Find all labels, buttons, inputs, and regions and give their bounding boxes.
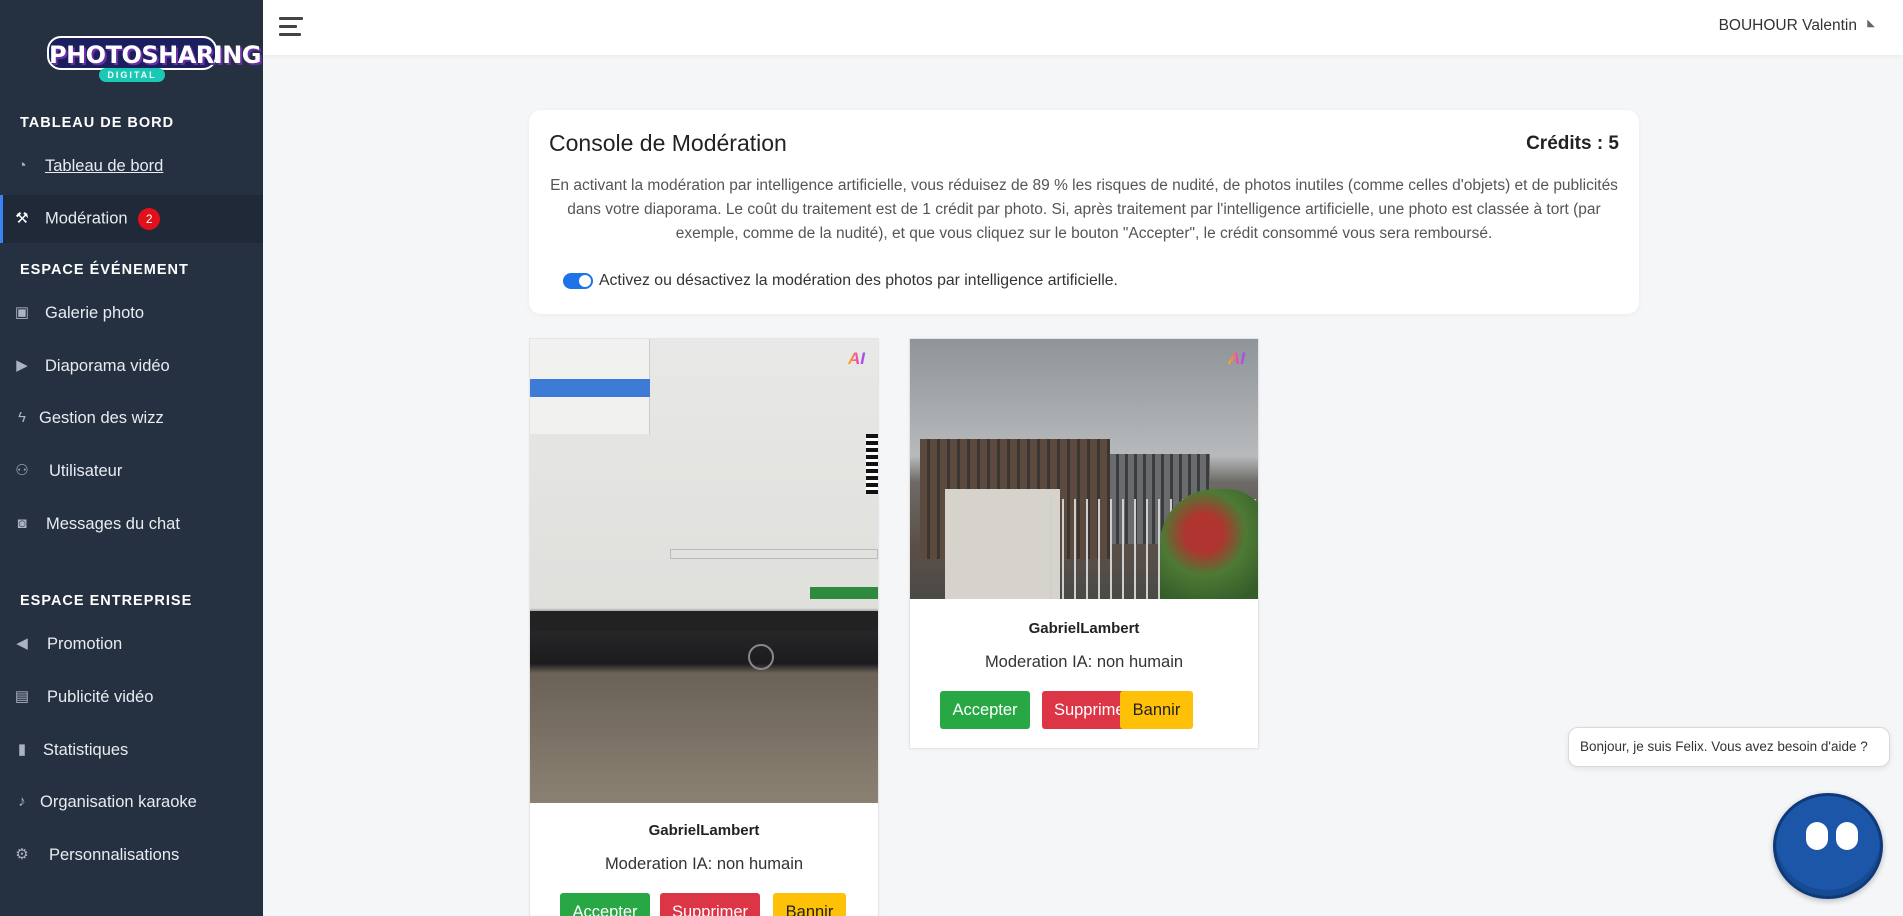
moderation-result: Moderation IA: non humain [604,855,804,873]
sidebar-item-label: Tableau de bord [45,156,164,175]
bar-chart-icon: ▮ [17,741,27,758]
sidebar-item-tableau-de-bord[interactable]: ◔ Tableau de bord [0,142,263,190]
section-title-dashboard: TABLEAU DE BORD [20,115,175,131]
ai-badge-icon: AI [848,349,870,368]
photo-card: AI GabrielLambert Moderation IA: non hum… [529,338,879,916]
ban-button[interactable]: Bannir [773,893,846,916]
page-title: Console de Modération [549,130,787,156]
gavel-icon: ⚒ [15,210,29,227]
sidebar-item-label: Gestion des wizz [39,408,164,427]
bolt-icon: ϟ [18,409,26,426]
accept-button[interactable]: Accepter [560,893,650,916]
moderation-description: En activant la modération par intelligen… [550,177,1618,242]
photo-card: AI GabrielLambert Moderation IA: non hum… [909,338,1259,749]
sidebar-item-label: Diaporama vidéo [45,356,170,375]
ban-button[interactable]: Bannir [1120,691,1193,729]
ai-moderation-toggle-label: Activez ou désactivez la modération des … [599,272,1118,289]
credits-counter: Crédits : 5 [1526,133,1619,154]
section-title-evenement: ESPACE ÉVÉNEMENT [20,262,189,278]
sidebar-item-galerie-photo[interactable]: ▣ Galerie photo [0,289,263,337]
menu-toggle-icon[interactable] [279,17,303,37]
sidebar-item-utilisateur[interactable]: ⚇ Utilisateur [0,447,263,495]
sidebar-item-messages-du-chat[interactable]: ◙ Messages du chat [0,500,263,548]
cogs-icon: ⚙ [15,846,29,863]
logo-sub-text: DIGITAL [99,68,165,82]
accept-button[interactable]: Accepter [940,691,1030,729]
image-icon: ▣ [14,304,30,321]
sidebar-item-label: Personnalisations [49,845,180,864]
section-title-entreprise: ESPACE ENTREPRISE [20,593,193,609]
submitted-photo[interactable]: AI [910,339,1258,599]
sidebar-item-diaporama-video[interactable]: ▶ Diaporama vidéo [0,342,263,390]
caret-down-icon[interactable]: ◣ [1867,18,1875,29]
sidebar-item-label: Promotion [47,634,123,653]
submitted-photo[interactable]: AI [530,339,878,803]
megaphone-icon: ◀ [16,635,28,652]
ai-badge-icon: AI [1228,349,1250,368]
sidebar-item-label: Statistiques [43,740,129,759]
sidebar-item-statistiques[interactable]: ▮ Statistiques [0,726,263,774]
ai-moderation-toggle[interactable] [563,273,593,289]
sidebar-item-gestion-des-wizz[interactable]: ϟ Gestion des wizz [0,394,263,442]
play-circle-icon: ▶ [16,357,28,374]
sidebar-item-personnalisations[interactable]: ⚙ Personnalisations [0,831,263,879]
sidebar-item-promotion[interactable]: ◀ Promotion [0,620,263,668]
moderation-result: Moderation IA: non humain [984,653,1184,671]
photo-author: GabrielLambert [1028,620,1140,637]
notification-badge: 2 [138,208,161,230]
photo-author: GabrielLambert [648,822,760,839]
sidebar-item-label: Galerie photo [45,303,145,322]
user-menu[interactable]: BOUHOUR Valentin [1719,17,1857,35]
chat-greeting-bubble[interactable]: Bonjour, je suis Felix. Vous avez besoin… [1568,727,1890,767]
sidebar-item-label: Messages du chat [46,514,180,533]
dashboard-icon: ◔ [17,157,27,174]
sidebar-item-label: Publicité vidéo [47,687,154,706]
users-icon: ⚇ [15,462,29,479]
ai-moderation-toggle-row: Activez ou désactivez la modération des … [563,272,1118,290]
sidebar-item-organisation-karaoke[interactable]: ♪ Organisation karaoke [0,778,263,826]
top-bar: BOUHOUR Valentin ◣ [263,0,1903,55]
sidebar-item-label: Modération [45,209,128,228]
chat-bot-avatar-icon[interactable] [1773,793,1883,899]
logo-main-text: PHOTOSHARING [47,36,262,70]
sidebar-item-publicite-video[interactable]: ▤ Publicité vidéo [0,673,263,721]
ad-icon: ▤ [14,688,30,705]
comments-icon: ◙ [17,515,27,532]
sidebar-item-moderation[interactable]: ⚒ Modération 2 [0,195,263,243]
microphone-icon: ♪ [18,793,26,810]
photosharing-logo[interactable]: PHOTOSHARING DIGITAL [47,36,262,84]
sidebar-item-label: Utilisateur [49,461,123,480]
sidebar: PHOTOSHARING DIGITAL TABLEAU DE BORD ◔ T… [0,0,263,916]
delete-button[interactable]: Supprimer [660,893,760,916]
sidebar-item-label: Organisation karaoke [40,792,197,811]
moderation-console: Console de Modération Crédits : 5 En act… [529,110,1639,314]
